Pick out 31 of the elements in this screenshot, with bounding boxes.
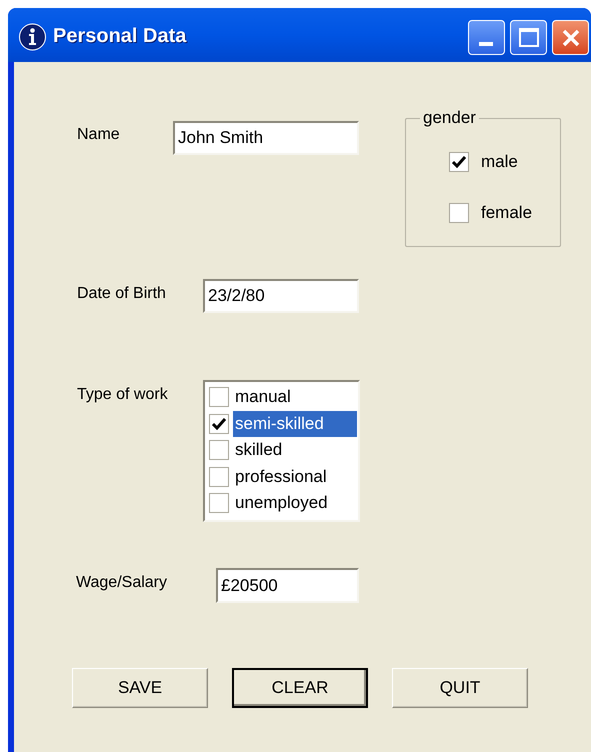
list-checkbox[interactable] <box>209 466 229 487</box>
maximize-button[interactable] <box>510 20 547 55</box>
type-of-work-label: Type of work <box>77 385 168 405</box>
dialog-button[interactable]: CLEAR <box>232 668 368 708</box>
list-item[interactable]: semi-skilled <box>233 410 357 437</box>
list-checkbox[interactable] <box>209 387 229 408</box>
checkbox-label: female <box>481 202 532 224</box>
checkbox-label: male <box>481 150 518 173</box>
gender-checkbox[interactable] <box>449 152 469 172</box>
gender-legend: gender <box>420 108 479 128</box>
date-of-birth-label: Date of Birth <box>77 284 166 304</box>
name-field[interactable]: John Smith <box>173 121 359 155</box>
dialog-button[interactable]: QUIT <box>392 668 528 708</box>
list-checkbox[interactable] <box>209 493 229 514</box>
list-checkbox[interactable] <box>209 414 229 434</box>
list-item[interactable]: unemployed <box>233 490 357 516</box>
wage-salary-field[interactable]: £20500 <box>216 568 359 603</box>
list-item[interactable]: skilled <box>233 437 357 464</box>
info-icon <box>18 23 47 51</box>
date-of-birth-field[interactable]: 23/2/80 <box>203 279 359 313</box>
name-label: Name <box>77 125 120 145</box>
gender-checkbox[interactable] <box>449 202 469 222</box>
window-title: Personal Data <box>53 26 186 46</box>
list-item[interactable]: manual <box>233 384 357 410</box>
list-item[interactable]: professional <box>233 464 357 490</box>
wage-salary-label: Wage/Salary <box>76 573 167 593</box>
list-checkbox[interactable] <box>209 440 229 460</box>
dialog-button[interactable]: SAVE <box>72 668 208 708</box>
close-button[interactable] <box>552 20 589 55</box>
close-icon <box>561 28 581 48</box>
minimize-button[interactable] <box>468 20 505 55</box>
